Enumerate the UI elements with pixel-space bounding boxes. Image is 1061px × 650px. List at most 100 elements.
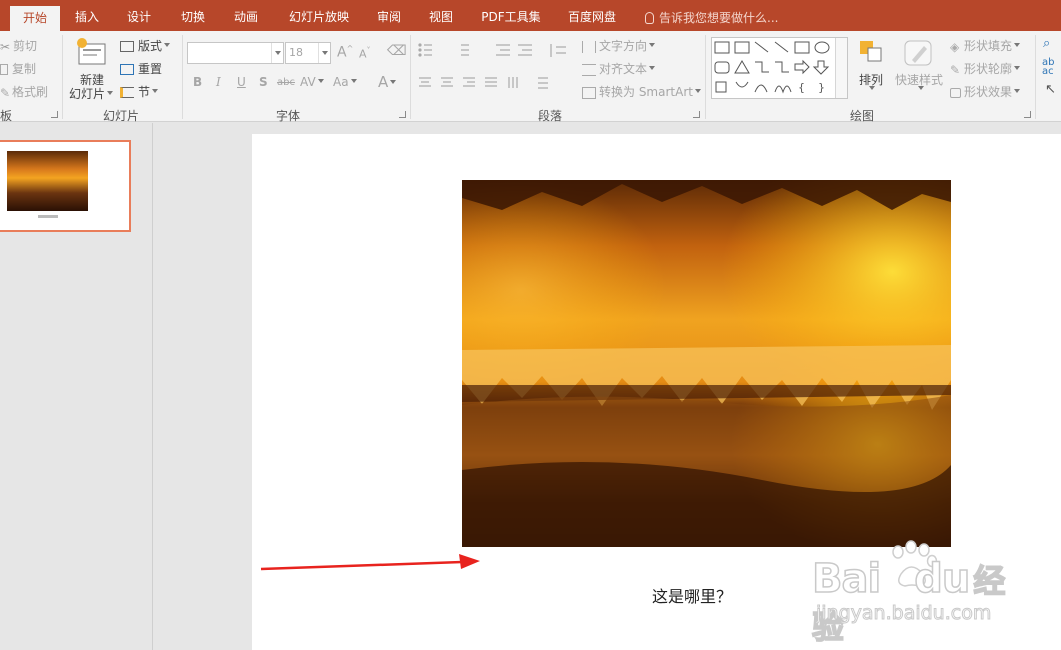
- bold-button[interactable]: B: [193, 75, 202, 89]
- text-direction-icon: [582, 40, 596, 53]
- svg-text:{: {: [798, 81, 805, 94]
- paragraph-format-icons: [418, 43, 566, 89]
- ribbon: ✂ 剪切 复制 ✎ 格式刷 板 新建 幻灯片 版式 重置 节 幻灯片 18 A^ A…: [0, 31, 1061, 123]
- lightbulb-icon: [645, 12, 654, 24]
- tell-me-box[interactable]: 告诉我您想要做什么...: [645, 0, 778, 31]
- shape-fill-button[interactable]: ◈ 形状填充: [950, 37, 1021, 54]
- new-slide-icon: [77, 38, 106, 65]
- char-spacing-button[interactable]: AV: [300, 75, 324, 89]
- group-divider: [62, 35, 63, 119]
- cave-photo[interactable]: [462, 180, 951, 547]
- arrange-button[interactable]: 排列: [855, 38, 887, 104]
- tab-baidu-netdisk[interactable]: 百度网盘: [562, 0, 622, 31]
- scissors-icon: ✂: [0, 39, 11, 54]
- layout-icon: [120, 41, 134, 52]
- tab-home[interactable]: 开始: [10, 6, 60, 31]
- pencil-icon: ✎: [950, 62, 961, 77]
- tab-view[interactable]: 视图: [420, 0, 462, 31]
- drawing-launcher-icon[interactable]: [1024, 111, 1031, 118]
- align-text-button[interactable]: 对齐文本: [582, 60, 656, 77]
- align-text-label: 对齐文本: [599, 62, 648, 76]
- reset-button[interactable]: 重置: [120, 60, 162, 77]
- text-direction-label: 文字方向: [599, 39, 648, 53]
- copy-label: 复制: [12, 62, 37, 76]
- copy-button[interactable]: 复制: [0, 60, 36, 77]
- align-text-icon: [582, 63, 596, 76]
- paragraph-group-label: 段落: [538, 109, 563, 123]
- tab-review[interactable]: 审阅: [368, 0, 410, 31]
- paint-bucket-icon: ◈: [950, 39, 960, 54]
- reset-icon: [120, 64, 134, 75]
- section-icon: [120, 87, 134, 98]
- font-group-label: 字体: [276, 109, 301, 123]
- text-direction-button[interactable]: 文字方向: [582, 37, 656, 54]
- watermark-url: jingyan.baidu.com: [815, 602, 992, 625]
- tab-pdf-tools[interactable]: PDF工具集: [476, 0, 546, 31]
- quick-styles-icon: [904, 40, 932, 66]
- group-divider: [1035, 35, 1036, 119]
- underline-button[interactable]: U: [237, 75, 246, 89]
- shape-effects-label: 形状效果: [964, 85, 1013, 99]
- grow-font-button[interactable]: A^: [337, 44, 353, 61]
- replace-icon[interactable]: ab ac: [1042, 58, 1054, 77]
- paintbrush-icon: ✎: [0, 85, 11, 100]
- convert-smartart-button[interactable]: 转换为 SmartArt: [582, 83, 701, 100]
- cut-label: 剪切: [13, 39, 38, 53]
- clear-format-icon[interactable]: ⌫: [387, 43, 407, 59]
- tab-design[interactable]: 设计: [118, 0, 160, 31]
- tab-transitions[interactable]: 切换: [172, 0, 214, 31]
- shapes-gallery[interactable]: { }: [711, 37, 848, 99]
- tab-slideshow[interactable]: 幻灯片放映: [283, 0, 355, 31]
- thumbnail-cave-image: [7, 151, 88, 211]
- cut-button[interactable]: ✂ 剪切: [0, 37, 37, 54]
- chevron-down-icon[interactable]: [271, 43, 283, 63]
- arrange-icon: [860, 41, 882, 62]
- format-painter-button[interactable]: ✎ 格式刷: [0, 83, 48, 100]
- shape-outline-label: 形状轮廓: [964, 62, 1013, 76]
- layout-label: 版式: [138, 39, 163, 53]
- quick-styles-button[interactable]: 快速样式: [894, 38, 944, 104]
- paragraph-launcher-icon[interactable]: [693, 111, 700, 118]
- select-cursor-icon[interactable]: ↖: [1045, 82, 1056, 97]
- clipboard-group-label: 板: [0, 109, 13, 123]
- cave-photo-image: [462, 180, 951, 547]
- shape-effects-icon: [950, 87, 961, 98]
- group-divider: [705, 35, 706, 119]
- reset-label: 重置: [138, 62, 163, 76]
- convert-smartart-label: 转换为 SmartArt: [599, 85, 693, 99]
- tab-insert[interactable]: 插入: [66, 0, 108, 31]
- copy-icon: [0, 64, 8, 75]
- font-launcher-icon[interactable]: [399, 111, 406, 118]
- clipboard-launcher-icon[interactable]: [51, 111, 58, 118]
- tell-me-text: 告诉我您想要做什么...: [659, 11, 779, 25]
- drawing-group-label: 绘图: [850, 109, 875, 123]
- find-icon[interactable]: ⌕: [1043, 36, 1050, 51]
- thumbnail-caption: [38, 215, 58, 218]
- change-case-button[interactable]: Aa: [333, 75, 357, 89]
- strikethrough-button[interactable]: abc: [277, 77, 295, 88]
- gallery-scroll[interactable]: [835, 38, 847, 98]
- svg-text:}: }: [818, 81, 825, 94]
- group-divider: [182, 35, 183, 119]
- shape-effects-button[interactable]: 形状效果: [950, 83, 1021, 100]
- smartart-icon: [582, 86, 596, 99]
- slide-caption-text[interactable]: 这是哪里？: [652, 583, 732, 607]
- font-name-combo[interactable]: [187, 42, 284, 64]
- font-color-button[interactable]: A: [378, 73, 397, 91]
- shadow-button[interactable]: S: [259, 75, 268, 89]
- font-size-combo[interactable]: 18: [285, 42, 331, 64]
- chevron-down-icon[interactable]: [318, 43, 330, 63]
- section-label: 节: [138, 85, 151, 99]
- red-arrow-annotation: [260, 554, 480, 571]
- layout-button[interactable]: 版式: [120, 37, 171, 54]
- baidu-jingyan-watermark: Bai du 经验 jingyan.baidu.com: [811, 538, 1012, 647]
- section-button[interactable]: 节: [120, 83, 159, 100]
- shape-outline-button[interactable]: ✎ 形状轮廓: [950, 60, 1021, 77]
- new-slide-button[interactable]: 新建 幻灯片: [69, 33, 114, 103]
- italic-button[interactable]: I: [216, 75, 221, 89]
- shrink-font-button[interactable]: A˅: [359, 46, 371, 61]
- tab-animations[interactable]: 动画: [225, 0, 267, 31]
- slide-thumbnail-1[interactable]: [0, 140, 131, 232]
- new-slide-label-2: 幻灯片: [69, 85, 114, 102]
- group-divider: [410, 35, 411, 119]
